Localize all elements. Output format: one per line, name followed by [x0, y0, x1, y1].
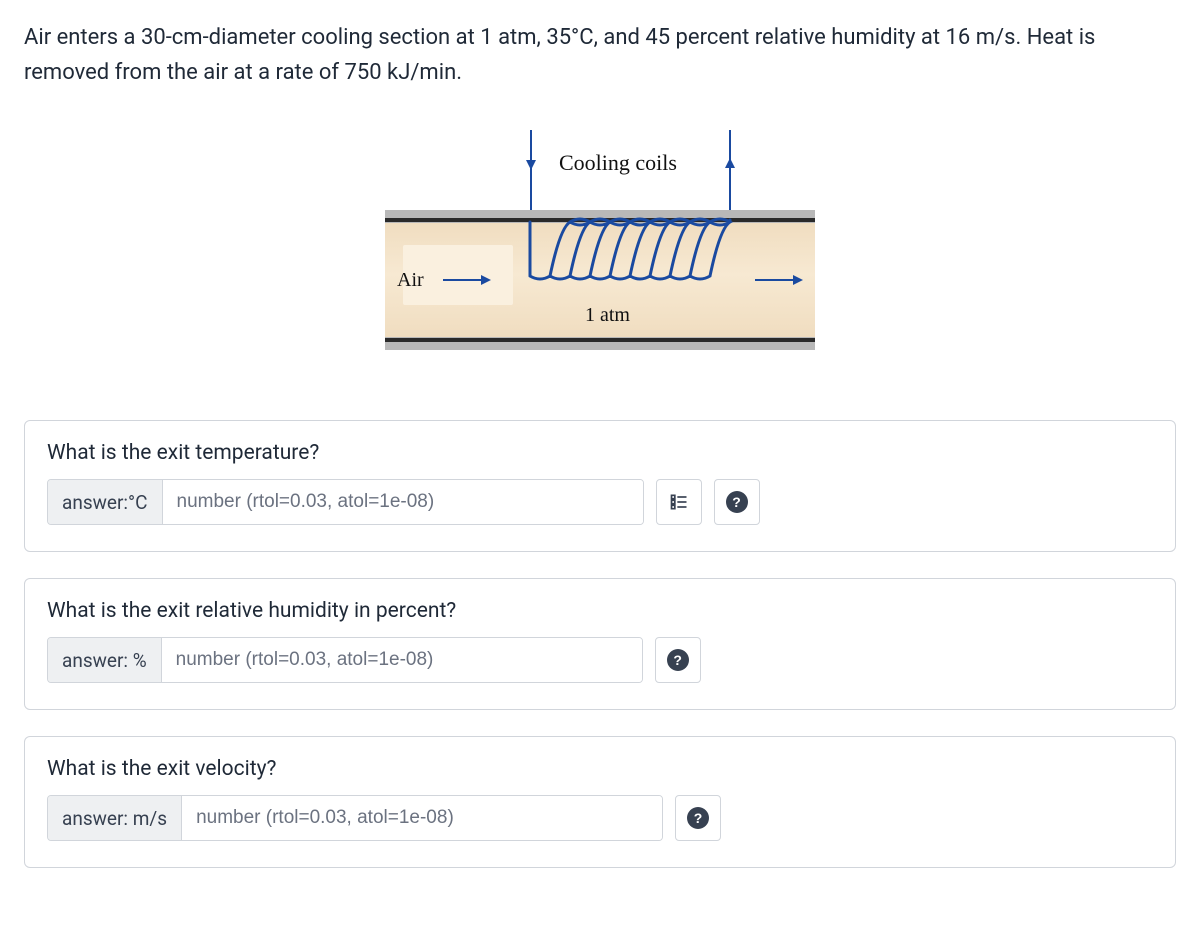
cooling-coils-label: Cooling coils [559, 150, 677, 176]
answer-unit-prefix: answer: % [48, 638, 162, 682]
air-label: Air [397, 269, 424, 292]
answer-input[interactable] [182, 796, 662, 840]
answer-input[interactable] [162, 638, 642, 682]
question-card-velocity: What is the exit velocity? answer: m/s ? [24, 736, 1176, 868]
help-icon: ? [687, 807, 709, 829]
question-card-temperature: What is the exit temperature? answer:°C … [24, 420, 1176, 552]
answer-row: answer: m/s ? [47, 795, 1153, 841]
answer-row: answer: % ? [47, 637, 1153, 683]
cooling-diagram: Cooling coils Air 1 atm [385, 130, 815, 370]
answer-input-group: answer:°C [47, 479, 644, 525]
answer-input-group: answer: % [47, 637, 643, 683]
air-inlet-arrow [443, 279, 489, 281]
coil-outlet-arrow [729, 130, 731, 220]
help-icon: ? [726, 491, 748, 513]
answer-row: answer:°C ? [47, 479, 1153, 525]
help-icon: ? [667, 649, 689, 671]
list-icon [669, 492, 689, 512]
question-prompt: What is the exit temperature? [47, 441, 1153, 465]
pipe-bottom-line [385, 338, 815, 342]
help-button[interactable]: ? [655, 637, 701, 683]
pressure-label: 1 atm [585, 304, 630, 327]
answer-input[interactable] [163, 480, 643, 524]
answer-unit-prefix: answer:°C [48, 480, 163, 524]
format-options-button[interactable] [656, 479, 702, 525]
air-outlet-arrow [755, 279, 801, 281]
diagram-container: Cooling coils Air 1 atm [24, 130, 1176, 370]
answer-unit-prefix: answer: m/s [48, 796, 182, 840]
coil-inlet-arrow [530, 130, 532, 220]
coil-icon [525, 220, 735, 282]
question-prompt: What is the exit relative humidity in pe… [47, 599, 1153, 623]
help-button[interactable]: ? [714, 479, 760, 525]
question-prompt: What is the exit velocity? [47, 757, 1153, 781]
help-button[interactable]: ? [675, 795, 721, 841]
answer-input-group: answer: m/s [47, 795, 663, 841]
question-card-humidity: What is the exit relative humidity in pe… [24, 578, 1176, 710]
problem-statement: Air enters a 30-cm-diameter cooling sect… [24, 20, 1176, 90]
